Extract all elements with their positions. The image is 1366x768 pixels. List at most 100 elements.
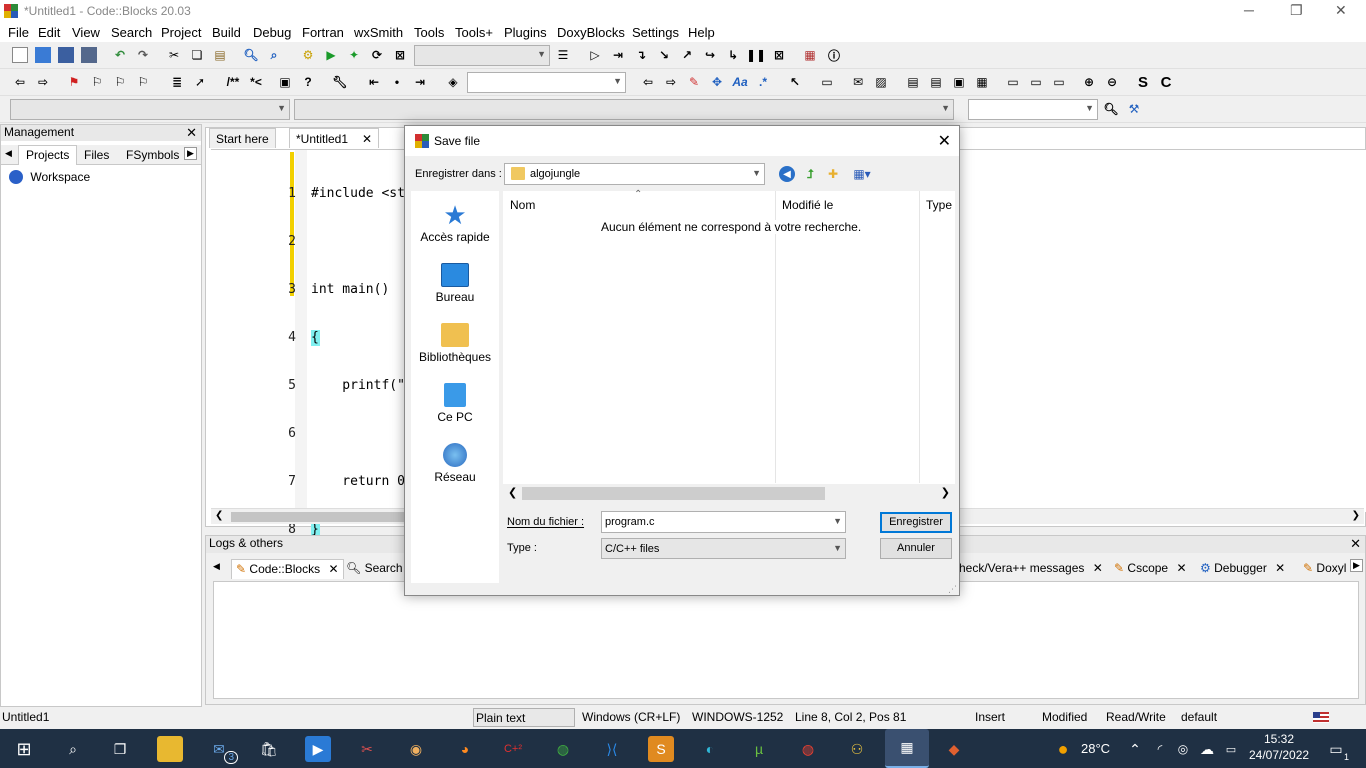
stop-debug-icon[interactable]: ⊠ xyxy=(771,47,787,63)
next-bookmark-icon[interactable]: ⚐ xyxy=(112,74,128,90)
place-this-pc[interactable]: Ce PC xyxy=(411,383,499,424)
rebuild-icon[interactable]: ⟳ xyxy=(369,47,385,63)
symbol-icon[interactable]: ◈ xyxy=(445,74,461,90)
info-icon[interactable]: ⓘ xyxy=(826,47,842,63)
scroll-left-icon[interactable]: ❮ xyxy=(215,510,223,521)
save-button[interactable]: Enregistrer xyxy=(880,512,952,533)
paste-icon[interactable]: ▤ xyxy=(212,47,228,63)
debug-windows-icon[interactable]: ▦ xyxy=(802,47,818,63)
form-icon[interactable]: ▨ xyxy=(873,74,889,90)
task-view-icon[interactable]: ❐ xyxy=(107,736,133,762)
menu-file[interactable]: File xyxy=(8,25,29,40)
tab-files[interactable]: Files xyxy=(84,148,109,162)
layout3-icon[interactable]: ▣ xyxy=(951,74,967,90)
tab-close-icon[interactable]: ✕ xyxy=(1176,561,1186,575)
abort-icon[interactable]: ⊠ xyxy=(392,47,408,63)
tab-close-icon[interactable]: ✕ xyxy=(1093,561,1103,575)
clear-bookmarks-icon[interactable]: ⚐ xyxy=(135,74,151,90)
layout1-icon[interactable]: ▤ xyxy=(905,74,921,90)
windows-start-icon[interactable]: ⊞ xyxy=(11,736,37,762)
save-in-combo[interactable]: algojungle ▼ xyxy=(504,163,765,185)
onedrive-icon[interactable]: ☁ xyxy=(1194,736,1220,762)
tab-start-here[interactable]: Start here xyxy=(209,128,276,148)
log-tab-codeblocks[interactable]: ✎ Code::Blocks ✕ xyxy=(231,559,344,579)
menu-project[interactable]: Project xyxy=(161,25,201,40)
menu-fortran[interactable]: Fortran xyxy=(302,25,344,40)
extract-docs-icon[interactable]: ▣ xyxy=(277,74,293,90)
pause-icon[interactable]: ❚❚ xyxy=(746,47,766,63)
run-to-cursor-icon[interactable]: ⇥ xyxy=(610,47,626,63)
paint-icon[interactable]: ✂ xyxy=(354,736,380,762)
log-tab-doxyblocks[interactable]: ✎ Doxyl xyxy=(1303,561,1346,575)
vscode-icon[interactable]: ⟩⟨ xyxy=(599,736,625,762)
frame3-icon[interactable]: ▭ xyxy=(1051,74,1067,90)
log-tab-debugger[interactable]: ⚙ Debugger ✕ xyxy=(1200,561,1285,575)
up-folder-icon[interactable]: ⮥ xyxy=(802,166,818,182)
jump-back-icon[interactable]: ⇦ xyxy=(12,74,28,90)
clock-time[interactable]: 15:32 xyxy=(1264,732,1294,746)
menu-plugins[interactable]: Plugins xyxy=(504,25,547,40)
next-instruction-icon[interactable]: ↪ xyxy=(702,47,718,63)
cut-icon[interactable]: ✂ xyxy=(166,47,182,63)
dot-icon[interactable]: • xyxy=(389,74,405,90)
rect-icon[interactable]: ▭ xyxy=(819,74,835,90)
match-case-icon[interactable]: Aa xyxy=(732,74,748,90)
battery-icon[interactable]: ▭ xyxy=(1218,736,1244,762)
clock-date[interactable]: 24/07/2022 xyxy=(1249,748,1309,762)
close-icon[interactable]: ✕ xyxy=(1335,2,1347,19)
save-all-icon[interactable] xyxy=(81,47,97,63)
python-icon[interactable]: ⚇ xyxy=(844,736,870,762)
redo-icon[interactable]: ↷ xyxy=(135,47,151,63)
view-menu-icon[interactable]: ▦▾ xyxy=(848,166,876,182)
minimize-icon[interactable]: ─ xyxy=(1244,2,1254,18)
chrome-icon[interactable]: ◍ xyxy=(550,736,576,762)
undo-icon[interactable]: ↶ xyxy=(112,47,128,63)
scroll-left-icon[interactable]: ❮ xyxy=(508,486,517,499)
column-type[interactable]: Type xyxy=(926,198,952,212)
step-out-icon[interactable]: ↗ xyxy=(679,47,695,63)
layout4-icon[interactable]: ▦ xyxy=(974,74,990,90)
replace-icon[interactable]: ⌕ xyxy=(266,47,282,63)
log-output[interactable] xyxy=(213,581,1359,699)
bookmark-icon[interactable]: ⚑ xyxy=(66,74,82,90)
wildcard-icon[interactable]: .* xyxy=(755,74,771,90)
new-file-icon[interactable] xyxy=(12,47,28,63)
back-icon[interactable]: ◀ xyxy=(779,166,795,182)
scroll-thumb[interactable] xyxy=(522,487,825,500)
highlighter-icon[interactable]: ✎ xyxy=(686,74,702,90)
mail-icon[interactable]: ✉ xyxy=(850,74,866,90)
open-folder-icon[interactable] xyxy=(35,47,51,63)
management-close-icon[interactable]: ✕ xyxy=(186,125,197,141)
search-go-icon[interactable]: 🔍︎ xyxy=(1103,101,1119,117)
next-func-icon[interactable]: ⇥ xyxy=(412,74,428,90)
search-settings-icon[interactable]: ⚒ xyxy=(1126,101,1142,117)
workspace-item[interactable]: Workspace xyxy=(9,169,90,184)
cancel-button[interactable]: Annuler xyxy=(880,538,952,559)
place-network[interactable]: Réseau xyxy=(411,443,499,484)
logs-scroll-right-icon[interactable]: ▶ xyxy=(1350,559,1363,572)
copy-icon[interactable]: ❏ xyxy=(189,47,205,63)
frame2-icon[interactable]: ▭ xyxy=(1028,74,1044,90)
place-libraries[interactable]: Bibliothèques xyxy=(411,323,499,364)
tab-close-icon[interactable]: ✕ xyxy=(328,562,338,576)
file-list-hscrollbar[interactable]: ❮ ❯ xyxy=(503,484,955,503)
dialog-close-icon[interactable]: ✕ xyxy=(938,131,951,151)
chrome2-icon[interactable]: ◍ xyxy=(795,736,821,762)
arrow-right-icon[interactable]: ⇨ xyxy=(663,74,679,90)
step-into-icon[interactable]: ↘ xyxy=(656,47,672,63)
tabs-scroll-right-icon[interactable]: ▶ xyxy=(184,147,197,160)
place-quick-access[interactable]: ★ Accès rapide xyxy=(411,202,499,244)
build-run-icon[interactable]: ✦ xyxy=(346,47,362,63)
mail-icon[interactable]: ✉ 3 xyxy=(206,736,238,764)
debug-run-icon[interactable]: ▷ xyxy=(587,47,603,63)
new-folder-icon[interactable]: ✚ xyxy=(825,166,841,182)
type-select[interactable]: C/C++ files ▼ xyxy=(601,538,846,559)
arrow-left-icon[interactable]: ⇦ xyxy=(640,74,656,90)
menu-build[interactable]: Build xyxy=(212,25,241,40)
s-icon[interactable]: S xyxy=(1135,74,1151,91)
file-list[interactable]: ⌃ Nom Modifié le Type Aucun élément ne c… xyxy=(503,189,955,503)
target-options-icon[interactable]: ☰ xyxy=(555,47,571,63)
tab-close-icon[interactable]: ✕ xyxy=(362,132,372,146)
comment-block-icon[interactable]: /** xyxy=(223,74,243,90)
symbol-combo[interactable]: ▼ xyxy=(467,72,626,93)
